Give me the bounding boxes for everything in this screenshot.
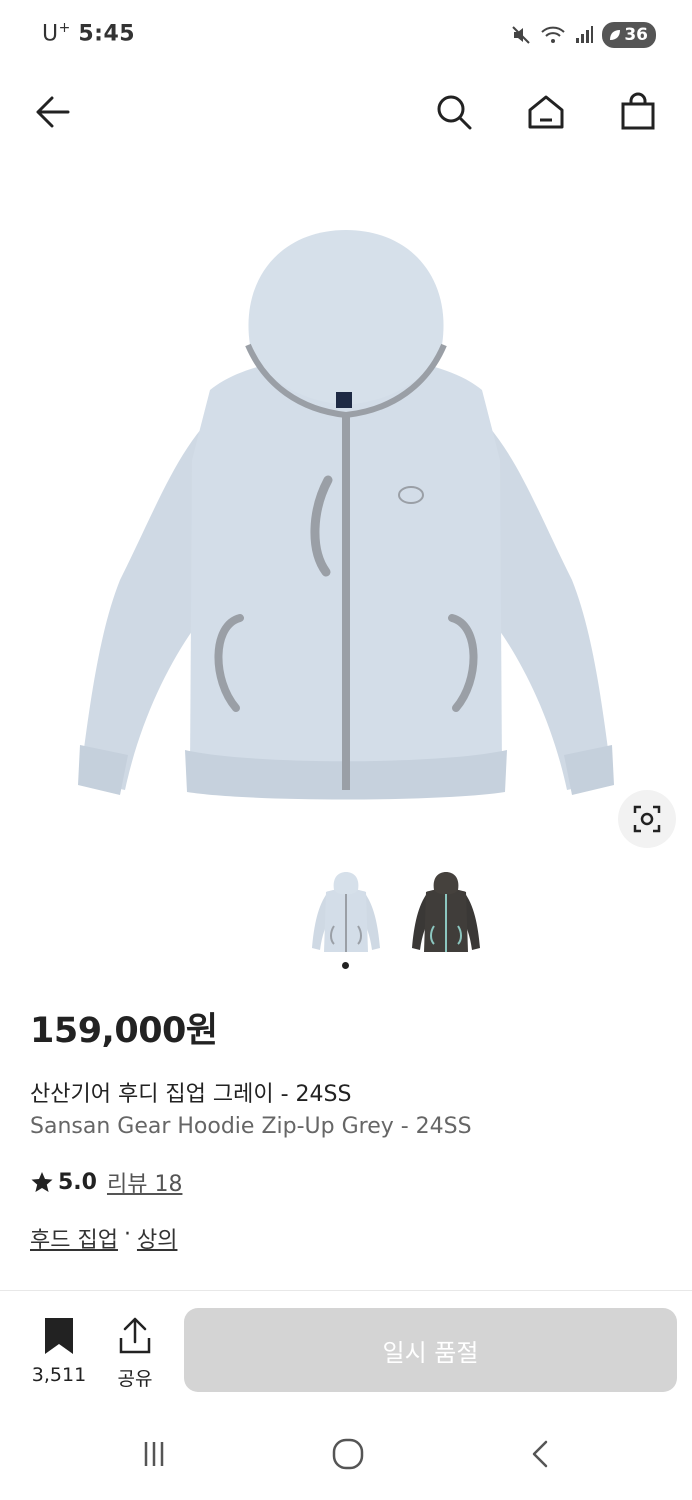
back-button[interactable] <box>28 88 76 136</box>
thumbnail-grey[interactable] <box>306 868 386 958</box>
carrier-sup: + <box>58 20 71 36</box>
product-name-english: Sansan Gear Hoodie Zip-Up Grey - 24SS <box>30 1114 472 1139</box>
top-nav <box>0 78 692 148</box>
system-navigation <box>0 1420 692 1490</box>
hoodie-grey-image <box>78 230 614 800</box>
bookmark-count: 3,511 <box>31 1364 87 1386</box>
recent-apps-button[interactable] <box>134 1434 174 1474</box>
review-link[interactable]: 리뷰 18 <box>107 1166 182 1198</box>
home-button[interactable] <box>522 88 570 136</box>
recent-apps-icon <box>144 1442 164 1466</box>
rating-value: 5.0 <box>58 1169 97 1195</box>
bottom-bar-divider <box>0 1290 692 1291</box>
status-carrier: U+ 5:45 <box>42 20 135 46</box>
search-icon <box>437 95 472 130</box>
product-price: 159,000원 <box>30 1011 218 1051</box>
thumbnail-black[interactable] <box>406 868 486 958</box>
home-icon <box>528 95 564 129</box>
bookmark-icon <box>45 1318 73 1354</box>
status-icons: 36 <box>510 22 656 48</box>
star-icon <box>31 1172 53 1192</box>
status-bar: U+ 5:45 36 <box>0 0 692 70</box>
carousel-indicator <box>342 962 349 969</box>
category-link-hood-zipup[interactable]: 후드 집업 <box>30 1222 118 1254</box>
thumbnail-strip <box>306 868 486 958</box>
product-rating: 5.0 리뷰 18 <box>30 1166 182 1198</box>
carrier-name: U <box>42 21 59 47</box>
category-separator: · <box>123 1222 131 1247</box>
visual-search-icon <box>633 805 661 833</box>
cart-button[interactable] <box>614 88 662 136</box>
back-system-button[interactable] <box>522 1434 562 1474</box>
product-image[interactable] <box>0 160 692 860</box>
status-time: 5:45 <box>78 21 136 47</box>
share-label: 공유 <box>117 1368 153 1390</box>
chevron-left-icon <box>532 1440 548 1468</box>
bookmark-button[interactable]: 3,511 <box>30 1316 88 1386</box>
share-icon <box>119 1317 151 1354</box>
shopping-bag-icon <box>621 92 655 130</box>
leaf-icon <box>610 30 621 40</box>
product-name-korean: 산산기어 후디 집업 그레이 - 24SS <box>30 1082 352 1107</box>
search-button[interactable] <box>430 88 478 136</box>
home-system-button[interactable] <box>328 1434 368 1474</box>
soldout-button[interactable]: 일시 품절 <box>184 1308 677 1392</box>
home-circle-icon <box>332 1438 364 1470</box>
mute-icon <box>512 26 531 44</box>
signal-icon <box>576 26 594 43</box>
category-link-tops[interactable]: 상의 <box>137 1222 177 1254</box>
battery-level: 36 <box>624 25 648 45</box>
wifi-icon <box>541 26 566 43</box>
battery-indicator: 36 <box>602 22 656 48</box>
category-breadcrumb: 후드 집업 · 상의 <box>30 1222 177 1254</box>
hoodie-black-thumbnail <box>412 872 480 952</box>
visual-search-button[interactable] <box>618 790 676 848</box>
share-button[interactable]: 공유 <box>108 1316 162 1391</box>
arrow-left-icon <box>36 96 70 128</box>
hoodie-grey-thumbnail <box>312 872 380 952</box>
